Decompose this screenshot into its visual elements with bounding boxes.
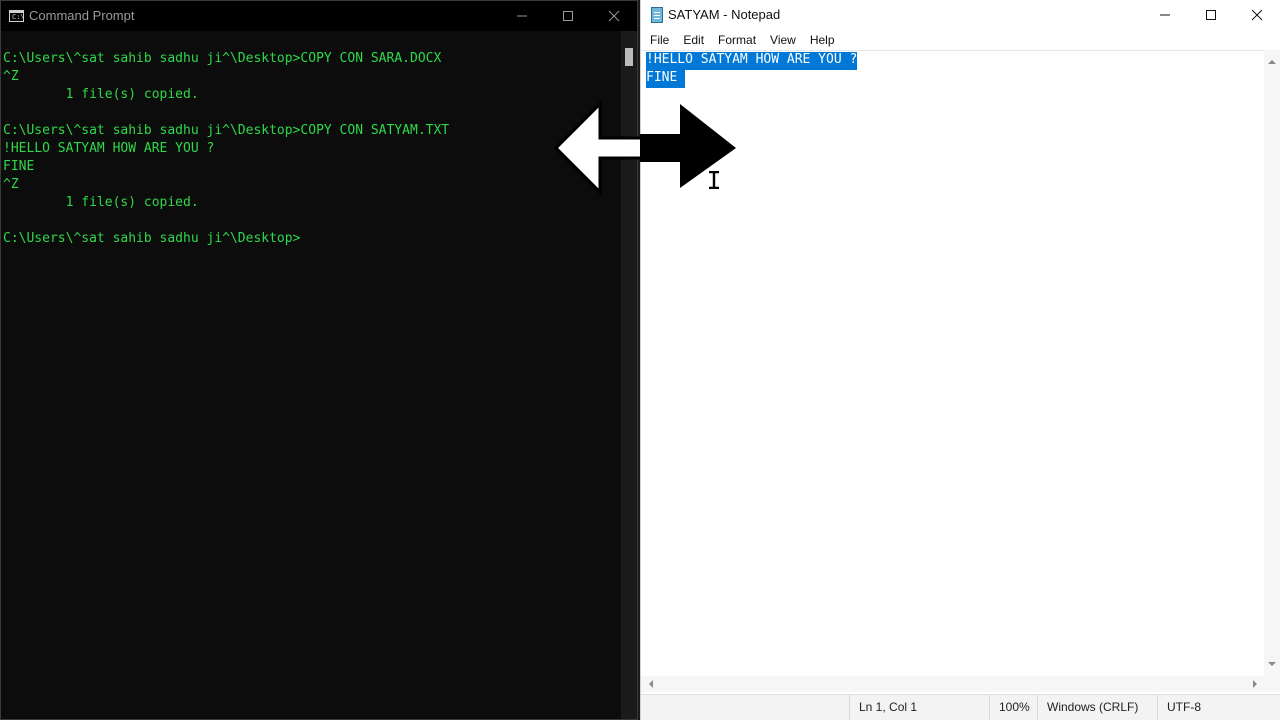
cmd-minimize-button[interactable] — [499, 1, 545, 31]
maximize-icon — [1206, 10, 1216, 20]
notepad-minimize-button[interactable] — [1142, 0, 1188, 30]
minimize-icon — [1160, 14, 1170, 16]
scroll-up-icon[interactable] — [1264, 54, 1280, 70]
console-line: FINE — [3, 159, 35, 174]
menu-help[interactable]: Help — [803, 30, 842, 50]
cmd-maximize-button[interactable] — [545, 1, 591, 31]
left-arrow-shape — [553, 100, 646, 196]
notepad-title: SATYAM - Notepad — [668, 7, 781, 22]
close-icon — [1251, 9, 1263, 21]
console-line: C:\Users\^sat sahib sadhu ji^\Desktop>CO… — [3, 123, 450, 138]
menu-edit[interactable]: Edit — [676, 30, 711, 50]
cmd-scrollbar-thumb[interactable] — [625, 48, 633, 66]
scroll-left-icon[interactable] — [643, 676, 659, 692]
terminal-icon-text: C:\ — [12, 13, 25, 21]
scroll-right-icon[interactable] — [1247, 676, 1263, 692]
console-line: C:\Users\^sat sahib sadhu ji^\Desktop>CO… — [3, 51, 442, 66]
notepad-maximize-button[interactable] — [1188, 0, 1234, 30]
status-cursor-position: Ln 1, Col 1 — [849, 695, 989, 720]
close-icon — [608, 10, 620, 22]
cmd-close-button[interactable] — [591, 1, 637, 31]
right-arrow-shape — [640, 104, 736, 188]
console-line: ^Z — [3, 177, 19, 192]
text-cursor-icon — [709, 171, 719, 189]
status-line-ending: Windows (CRLF) — [1037, 695, 1157, 720]
menu-format[interactable]: Format — [711, 30, 763, 50]
notepad-close-button[interactable] — [1234, 0, 1280, 30]
cmd-title: Command Prompt — [29, 8, 135, 23]
status-zoom: 100% — [989, 695, 1037, 720]
console-line: 1 file(s) copied. — [3, 195, 199, 210]
cmd-titlebar[interactable]: C:\ Command Prompt — [1, 1, 637, 31]
notepad-titlebar[interactable]: SATYAM - Notepad — [641, 0, 1280, 30]
cmd-console[interactable]: C:\Users\^sat sahib sadhu ji^\Desktop>CO… — [3, 50, 623, 248]
menu-view[interactable]: View — [763, 30, 803, 50]
cmd-window: C:\ Command Prompt C:\Users\^sat sahib s… — [0, 0, 638, 720]
scrollbar-corner — [1264, 676, 1280, 692]
maximize-icon — [563, 11, 573, 21]
scroll-down-icon[interactable] — [1264, 656, 1280, 672]
status-encoding: UTF-8 — [1157, 695, 1280, 720]
minimize-icon — [517, 15, 527, 17]
console-prompt-line: C:\Users\^sat sahib sadhu ji^\Desktop> — [3, 231, 301, 246]
console-line: !HELLO SATYAM HOW ARE YOU ? — [3, 141, 215, 156]
notepad-icon — [651, 7, 663, 23]
selected-text-line: FINE — [646, 70, 686, 88]
notepad-statusbar: Ln 1, Col 1 100% Windows (CRLF) UTF-8 — [641, 694, 1280, 720]
console-line: 1 file(s) copied. — [3, 87, 199, 102]
notepad-menubar: File Edit Format View Help — [641, 30, 1280, 50]
terminal-icon: C:\ — [9, 10, 25, 22]
selected-text-line: !HELLO SATYAM HOW ARE YOU ? — [646, 52, 858, 70]
notepad-horizontal-scrollbar[interactable] — [641, 676, 1265, 692]
console-line: ^Z — [3, 69, 19, 84]
menu-file[interactable]: File — [643, 30, 676, 50]
notepad-vertical-scrollbar[interactable] — [1264, 50, 1280, 676]
